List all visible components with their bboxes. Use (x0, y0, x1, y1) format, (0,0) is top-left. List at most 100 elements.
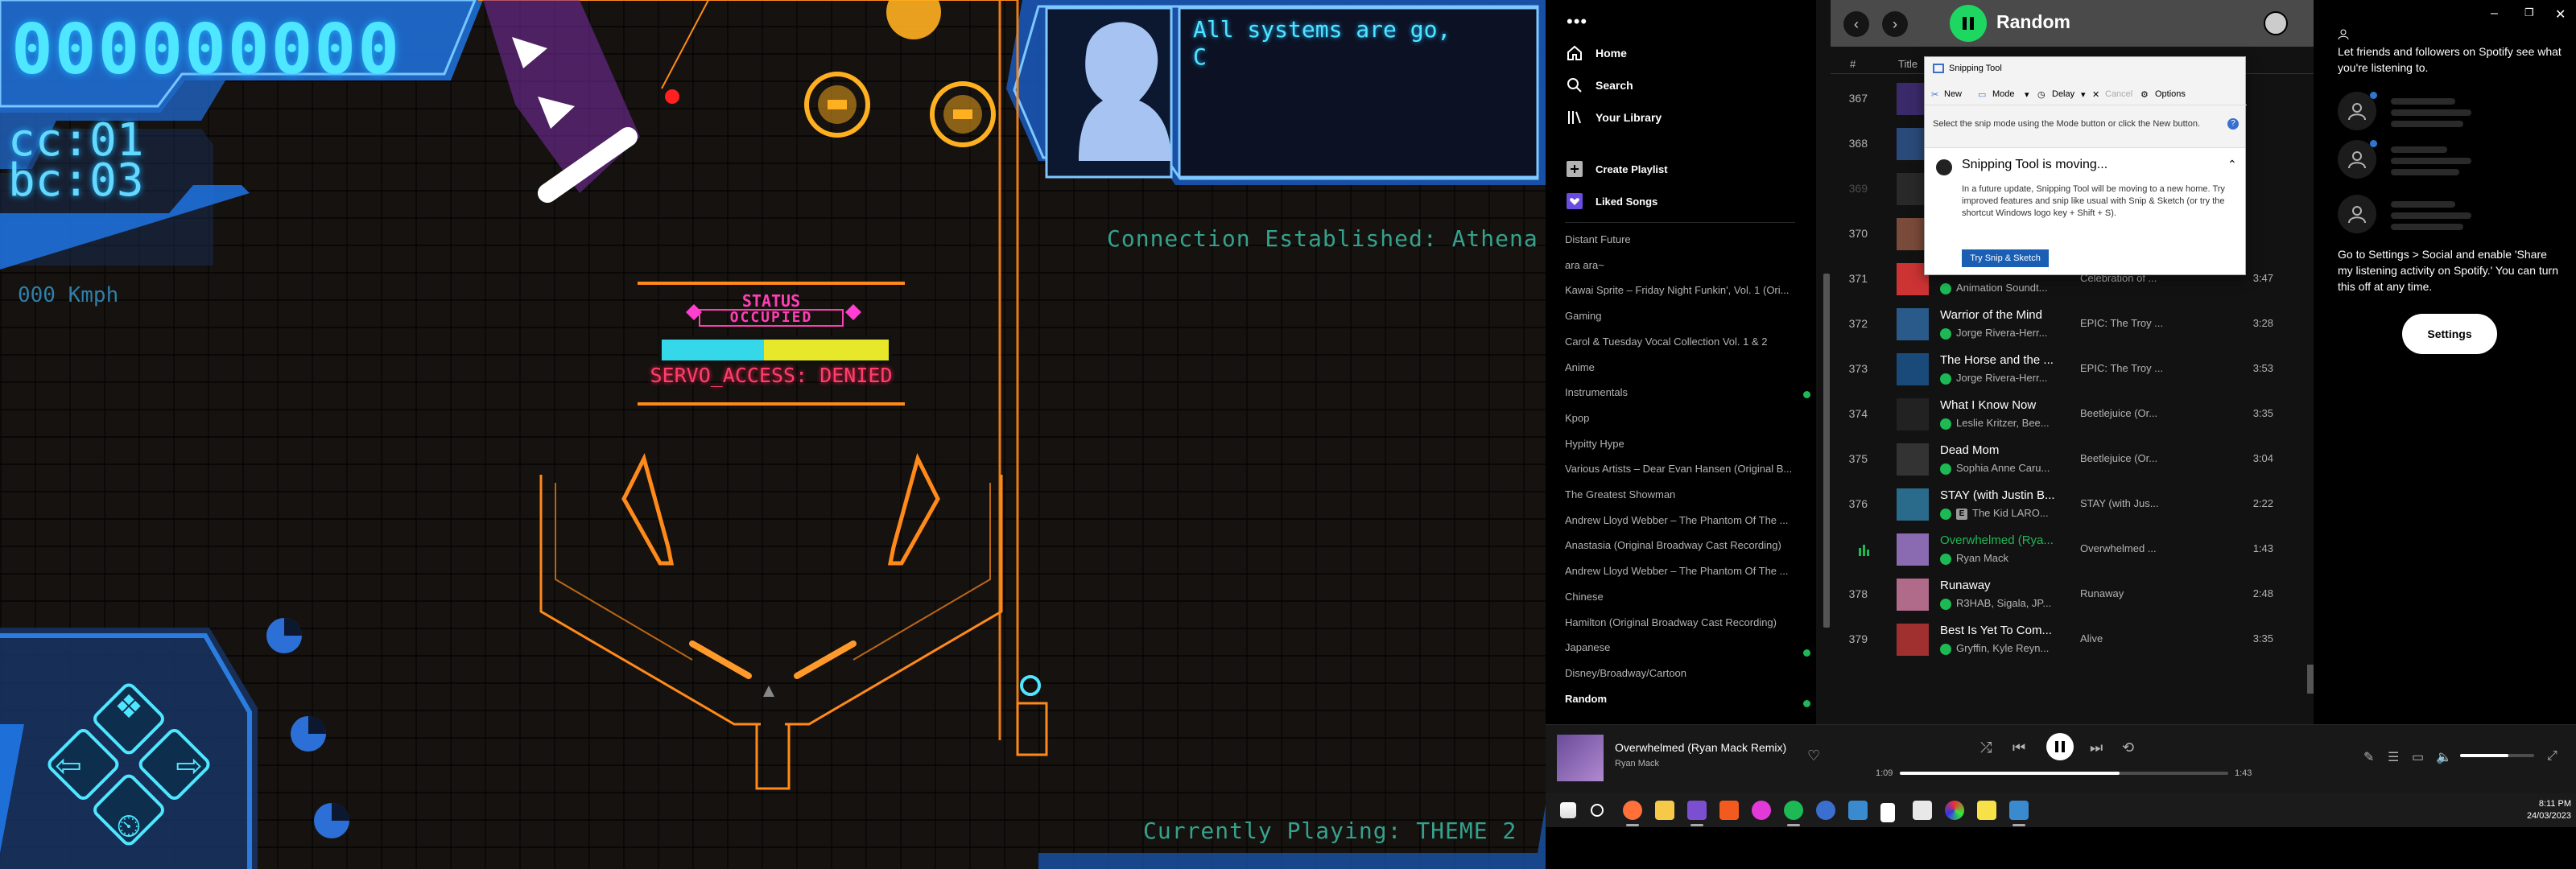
document-icon[interactable] (1880, 803, 1895, 822)
sticky-notes-icon[interactable] (1977, 801, 1996, 820)
menu-dots-icon[interactable]: ••• (1567, 11, 1587, 32)
playlist-item[interactable]: Hamilton (Original Broadway Cast Recordi… (1565, 616, 1798, 628)
playlist-item[interactable]: Japanese (1565, 641, 1798, 653)
new-button[interactable]: New (1944, 89, 1962, 99)
track-title[interactable]: STAY (with Justin B... (1940, 488, 2061, 502)
system-clock[interactable]: 8:11 PM 24/03/2023 (2507, 798, 2571, 822)
track-artist[interactable]: Animation Soundt... (1956, 282, 2061, 294)
liked-songs-button[interactable]: Liked Songs (1567, 193, 1657, 209)
playlist-item[interactable]: Anastasia (Original Broadway Cast Record… (1565, 539, 1798, 551)
nav-search[interactable]: Search (1567, 77, 1633, 93)
minimize-icon[interactable]: – (2491, 6, 2498, 21)
track-title[interactable]: Runaway (1940, 579, 2061, 592)
track-row[interactable]: 372 Warrior of the Mind Jorge Rivera-Herr.… (1831, 302, 2314, 347)
track-album[interactable]: STAY (with Jus... (2080, 497, 2185, 509)
progress-bar[interactable] (1900, 772, 2228, 775)
volume-slider[interactable] (2460, 754, 2534, 757)
like-heart-icon[interactable]: ♡ (1807, 748, 1820, 764)
spotify-icon[interactable] (1784, 801, 1803, 820)
chat-app-icon[interactable] (1752, 801, 1771, 820)
pinball-game[interactable]: ❖ ⇦ ⇨ ⏲ 000000000 cc:01 bc:03 000 Kmph A… (0, 0, 1546, 869)
track-artist[interactable]: Jorge Rivera-Herr... (1956, 372, 2061, 384)
playlist-item[interactable]: Kpop (1565, 412, 1798, 424)
app-icon[interactable] (1848, 801, 1868, 820)
track-artist[interactable]: R3HAB, Sigala, JP... (1956, 597, 2061, 609)
lyrics-icon[interactable]: ✎ (2363, 749, 2374, 765)
track-row[interactable]: 375 Dead Mom Sophia Anne Caru... Beetlejuic… (1831, 437, 2314, 482)
delay-dropdown-icon[interactable]: ▾ (2081, 89, 2086, 100)
help-icon[interactable]: ? (2227, 118, 2239, 130)
repeat-icon[interactable]: ⟲ (2122, 739, 2134, 756)
playlist-item[interactable]: The Greatest Showman (1565, 488, 1798, 500)
start-icon[interactable] (1560, 802, 1576, 818)
options-button[interactable]: Options (2155, 89, 2186, 99)
track-album[interactable]: Runaway (2080, 587, 2185, 599)
playlist-item[interactable]: Distant Future (1565, 233, 1798, 245)
track-artist[interactable]: The Kid LARO... (1972, 507, 2077, 519)
playlist-item[interactable]: Kawai Sprite – Friday Night Funkin', Vol… (1565, 284, 1798, 296)
pause-button[interactable] (2046, 733, 2074, 760)
track-row[interactable]: 374 What I Know Now Leslie Kritzer, Bee...… (1831, 392, 2314, 437)
track-artist[interactable]: Gryffin, Kyle Reyn... (1956, 642, 2061, 654)
app-icon[interactable] (1816, 801, 1835, 820)
track-row[interactable]: Overwhelmed (Rya... Ryan Mack Overwhelmed … (1831, 527, 2314, 572)
track-album[interactable]: Overwhelmed ... (2080, 542, 2185, 554)
pause-playlist-button[interactable] (1950, 5, 1987, 42)
now-playing-title[interactable]: Overwhelmed (Ryan Mack Remix) (1615, 741, 1786, 754)
playlist-item[interactable]: Chinese (1565, 591, 1798, 603)
user-avatar[interactable] (2264, 11, 2288, 35)
track-album[interactable]: Beetlejuice (Or... (2080, 452, 2185, 464)
track-artist[interactable]: Sophia Anne Caru... (1956, 462, 2061, 474)
playlist-item[interactable]: Carol & Tuesday Vocal Collection Vol. 1 … (1565, 336, 1798, 348)
playlist-item[interactable]: Hypitty Hype (1565, 438, 1798, 450)
track-album[interactable]: Beetlejuice (Or... (2080, 407, 2185, 419)
queue-icon[interactable]: ☰ (2388, 749, 2399, 765)
track-title[interactable]: Best Is Yet To Com... (1940, 624, 2061, 637)
cancel-button[interactable]: Cancel (2105, 89, 2132, 99)
brave-icon[interactable] (1719, 801, 1739, 820)
previous-icon[interactable]: ⏮ (2013, 739, 2025, 756)
track-row[interactable]: 376 STAY (with Justin B... E The Kid LARO..… (1831, 482, 2314, 527)
forward-icon[interactable]: › (1882, 11, 1908, 37)
back-icon[interactable]: ‹ (1843, 11, 1869, 37)
maximize-icon[interactable]: ❐ (2524, 6, 2534, 19)
app-icon[interactable] (1945, 801, 1964, 820)
nav-home[interactable]: Home (1567, 45, 1627, 61)
file-explorer-icon[interactable] (1655, 801, 1674, 820)
track-album[interactable]: EPIC: The Troy ... (2080, 362, 2185, 374)
track-row[interactable]: 379 Best Is Yet To Com... Gryffin, Kyle Re… (1831, 617, 2314, 662)
close-icon[interactable]: ✕ (2555, 6, 2566, 23)
main-scrollbar[interactable] (2307, 665, 2314, 694)
playlist-item[interactable]: Disney/Broadway/Cartoon (1565, 667, 1798, 679)
now-playing-cover[interactable] (1557, 735, 1604, 781)
playlist-item[interactable]: Anime (1565, 361, 1798, 373)
track-row[interactable]: 373 The Horse and the ... Jorge Rivera-Her… (1831, 347, 2314, 392)
visual-studio-icon[interactable] (1687, 801, 1707, 820)
create-playlist-button[interactable]: Create Playlist (1567, 161, 1668, 177)
firefox-icon[interactable] (1623, 801, 1642, 820)
volume-icon[interactable]: 🔈 (2436, 749, 2452, 765)
devices-icon[interactable]: ▭ (2412, 749, 2424, 765)
track-title[interactable]: Overwhelmed (Rya... (1940, 533, 2061, 547)
playlist-item[interactable]: Instrumentals (1565, 386, 1798, 398)
mode-dropdown-icon[interactable]: ▾ (2025, 89, 2029, 100)
track-title[interactable]: Dead Mom (1940, 443, 2061, 457)
collapse-icon[interactable]: ⌃ (2227, 158, 2237, 171)
track-artist[interactable]: Jorge Rivera-Herr... (1956, 327, 2061, 339)
column-title[interactable]: Title (1898, 58, 1918, 70)
playlist-item[interactable]: ara ara~ (1565, 259, 1798, 271)
sidebar-scrollbar[interactable] (1823, 274, 1830, 628)
track-title[interactable]: The Horse and the ... (1940, 353, 2061, 367)
track-artist[interactable]: Leslie Kritzer, Bee... (1956, 417, 2061, 429)
settings-button[interactable]: Settings (2402, 314, 2497, 354)
track-title[interactable]: What I Know Now (1940, 398, 2061, 412)
playlist-item[interactable]: Andrew Lloyd Webber – The Phantom Of The… (1565, 514, 1798, 526)
track-row[interactable]: 378 Runaway R3HAB, Sigala, JP... Runaway 2:4… (1831, 572, 2314, 617)
delay-button[interactable]: Delay (2052, 89, 2074, 99)
now-playing-artist[interactable]: Ryan Mack (1615, 759, 1659, 768)
playlist-item[interactable]: Various Artists – Dear Evan Hansen (Orig… (1565, 463, 1798, 475)
playlist-item[interactable]: Gaming (1565, 310, 1798, 322)
track-album[interactable]: EPIC: The Troy ... (2080, 317, 2185, 329)
track-artist[interactable]: Ryan Mack (1956, 552, 2061, 564)
nav-library[interactable]: Your Library (1567, 109, 1662, 126)
